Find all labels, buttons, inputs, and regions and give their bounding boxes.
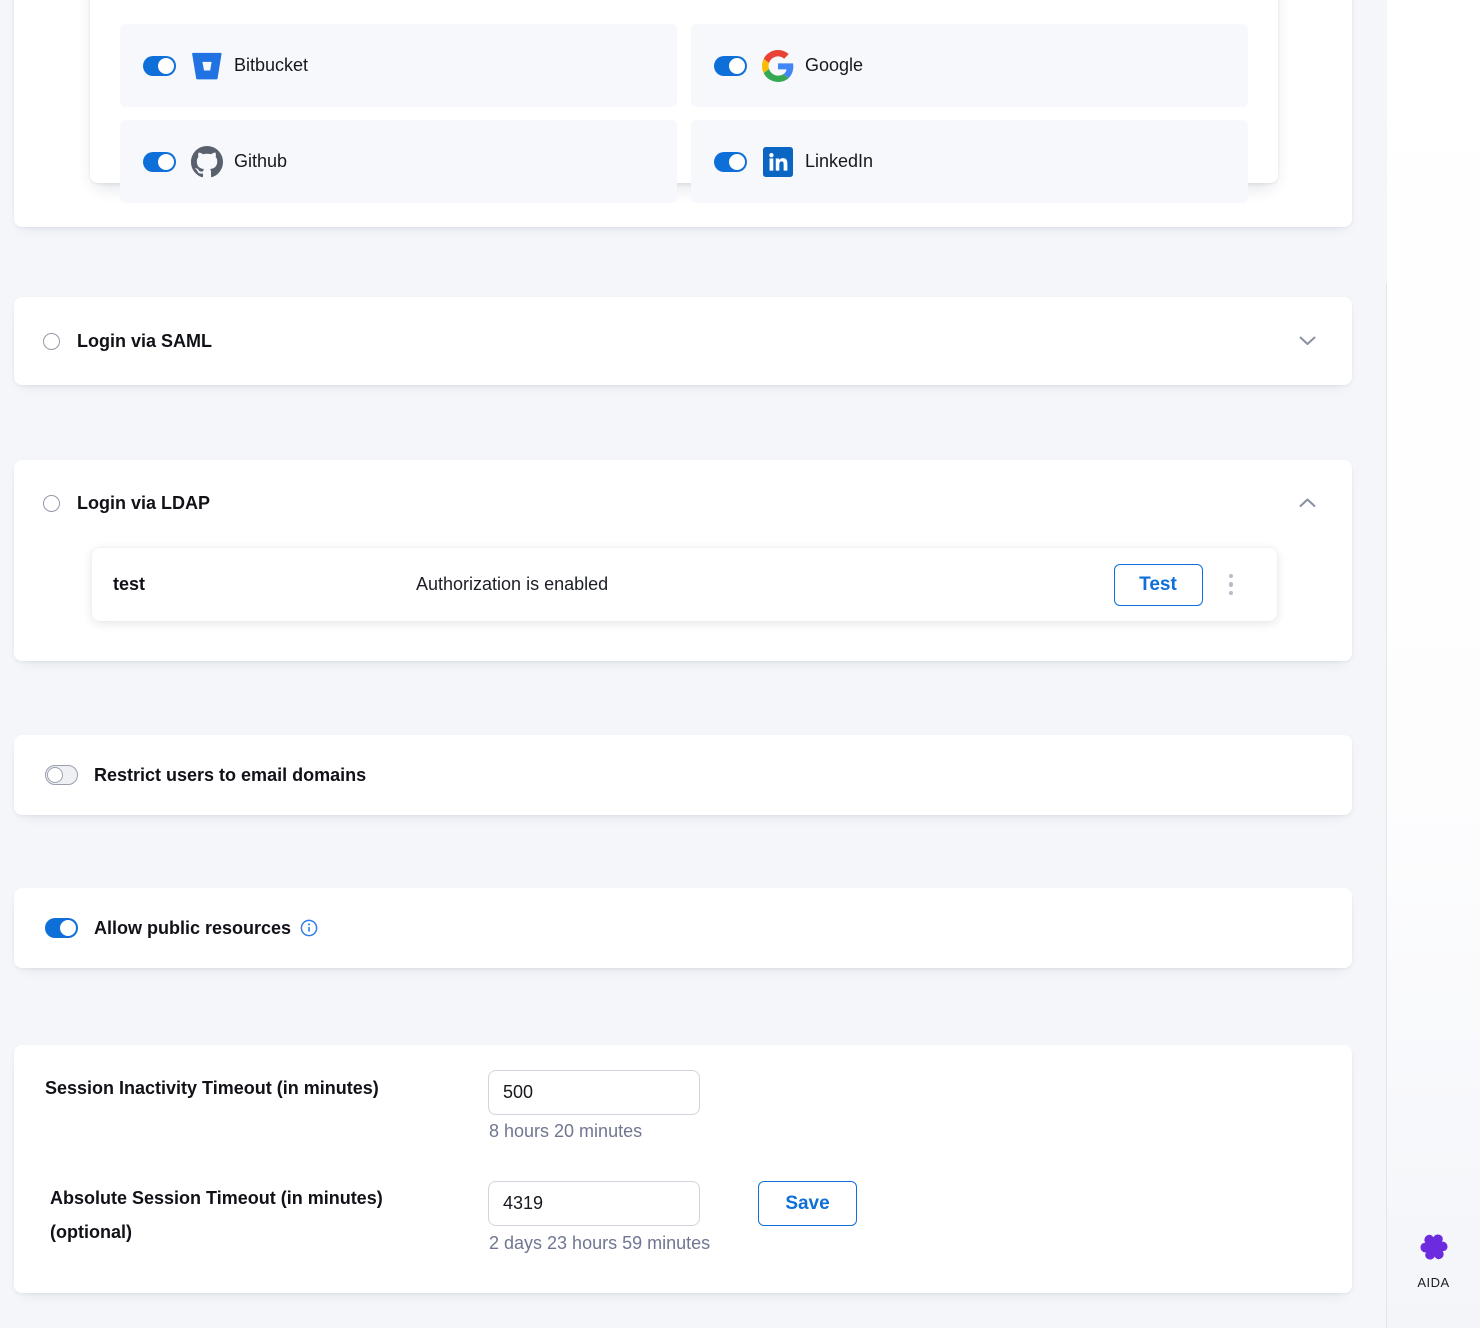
ldap-radio[interactable] (43, 495, 60, 512)
sso-providers-card: Bitbucket Google (14, 0, 1352, 227)
provider-label: Github (234, 151, 287, 172)
linkedin-toggle[interactable] (714, 152, 747, 172)
chevron-up-icon[interactable] (1299, 498, 1316, 508)
bitbucket-icon (191, 50, 223, 82)
inactivity-timeout-hint: 8 hours 20 minutes (489, 1121, 642, 1142)
inactivity-timeout-label: Session Inactivity Timeout (in minutes) (45, 1071, 379, 1105)
session-timeout-section: Session Inactivity Timeout (in minutes) … (14, 1045, 1352, 1293)
test-button[interactable]: Test (1114, 564, 1203, 606)
provider-label: Google (805, 55, 863, 76)
info-icon[interactable] (300, 919, 318, 937)
provider-tile-bitbucket: Bitbucket (120, 24, 677, 107)
sso-providers-inner-card: Bitbucket Google (90, 0, 1278, 183)
google-icon (762, 50, 794, 82)
ldap-config-status: Authorization is enabled (416, 574, 1114, 595)
brand-flower-icon (1415, 1228, 1453, 1271)
provider-grid: Bitbucket Google (120, 24, 1248, 203)
brand-name: AIDA (1417, 1275, 1449, 1290)
kebab-menu-icon[interactable] (1225, 570, 1238, 600)
absolute-timeout-label-line1: Absolute Session Timeout (in minutes) (50, 1181, 383, 1215)
absolute-timeout-hint: 2 days 23 hours 59 minutes (489, 1233, 710, 1254)
right-panel: AIDA (1387, 0, 1480, 1328)
saml-radio[interactable] (43, 333, 60, 350)
brand-block: AIDA (1387, 1228, 1480, 1290)
github-toggle[interactable] (143, 152, 176, 172)
public-resources-toggle[interactable] (45, 918, 78, 938)
chevron-down-icon[interactable] (1299, 336, 1316, 346)
saml-title: Login via SAML (77, 331, 212, 352)
provider-label: LinkedIn (805, 151, 873, 172)
provider-tile-linkedin: LinkedIn (691, 120, 1248, 203)
ldap-header[interactable]: Login via LDAP (14, 460, 1352, 546)
absolute-timeout-label-line2: (optional) (50, 1215, 383, 1249)
email-domains-label: Restrict users to email domains (94, 765, 366, 786)
email-domains-toggle[interactable] (45, 765, 78, 785)
inactivity-timeout-input[interactable] (488, 1070, 700, 1115)
linkedin-icon (762, 146, 794, 178)
google-toggle[interactable] (714, 56, 747, 76)
bitbucket-toggle[interactable] (143, 56, 176, 76)
public-resources-section: Allow public resources (14, 888, 1352, 968)
provider-label: Bitbucket (234, 55, 308, 76)
vertical-divider (1386, 283, 1387, 1328)
ldap-section: Login via LDAP test Authorization is ena… (14, 460, 1352, 661)
absolute-timeout-input[interactable] (488, 1181, 700, 1226)
github-icon (191, 146, 223, 178)
save-button[interactable]: Save (758, 1181, 857, 1226)
sso-settings-page: Bitbucket Google (0, 0, 1480, 1328)
absolute-timeout-label: Absolute Session Timeout (in minutes) (o… (50, 1181, 383, 1249)
ldap-config-name: test (113, 574, 416, 595)
ldap-config-row: test Authorization is enabled Test (92, 548, 1277, 621)
saml-section[interactable]: Login via SAML (14, 297, 1352, 385)
public-resources-label: Allow public resources (94, 918, 291, 939)
provider-tile-github: Github (120, 120, 677, 203)
provider-tile-google: Google (691, 24, 1248, 107)
email-domains-section: Restrict users to email domains (14, 735, 1352, 815)
ldap-title: Login via LDAP (77, 493, 210, 514)
